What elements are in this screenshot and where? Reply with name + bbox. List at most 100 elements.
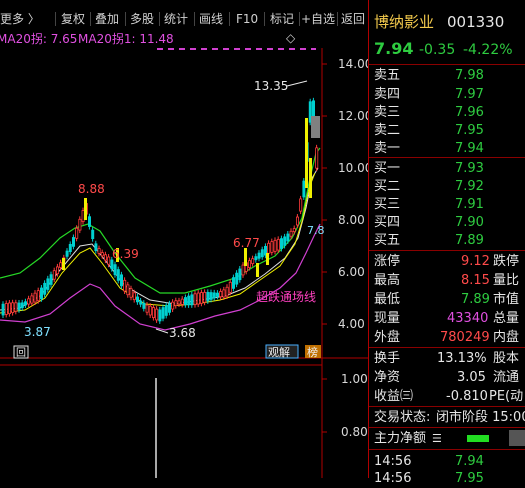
net-assets-label: 净资 [374,370,401,385]
toolbar-divider [159,12,160,26]
total-volume-label: 总量 [493,311,520,326]
lower-y-tick-label: 0.80 [341,425,368,439]
tick-time: 14:56 [374,471,412,486]
y-tick-label: 8.00 [338,213,365,227]
candle-body [283,236,287,246]
tag-left[interactable]: 回 [16,347,26,359]
quote-panel: 博纳影业 001330 7.94 -0.35 -4.22% 卖五 7.98 卖四… [368,0,525,486]
candle-body [299,198,303,212]
candle-body [104,254,108,261]
restore-rights-button[interactable]: 复权 [61,8,85,30]
candle-body [1,303,5,316]
candle-body [187,295,191,306]
volume-ratio-label: 量比 [493,273,520,288]
peak3-label: 6.77 [233,236,260,250]
candle-body [49,274,53,285]
list-icon[interactable]: ☰ [432,430,442,448]
ask1-label: 卖一 [374,141,401,156]
toolbar-divider [337,12,338,26]
candle-body [199,292,203,304]
highlight-candle [309,158,312,198]
candle-body [228,281,232,293]
eps-label: 收益㈢ [374,389,414,404]
left-low-label: 3.87 [24,325,51,339]
tag-mid[interactable]: 观解 [268,345,290,359]
right-edge-label: 7.8 [307,224,325,237]
candle-body [315,147,319,169]
candle-body [219,291,223,298]
candle-body [260,249,264,258]
price-change: -0.35 [419,42,456,58]
ask4-price[interactable]: 7.97 [455,86,484,104]
low-value: 7.89 [461,292,490,307]
inner-volume-label: 内盘 [493,330,520,345]
candle-body [267,242,271,254]
scroll-thumb[interactable] [509,430,525,446]
candle-body [206,291,210,302]
candle-body [225,286,229,297]
candle-body [231,277,235,289]
candle-body [215,292,219,297]
candle-body [91,229,95,240]
back-button[interactable]: 返回 [341,8,365,30]
candle-body [75,227,79,239]
candle-body [33,292,37,303]
toolbar-divider [299,12,300,26]
candle-body [158,309,162,322]
candle-body [247,260,251,268]
more-button[interactable]: 更多 〉 [0,8,40,30]
tick-price: 7.95 [455,471,484,486]
bid2-price[interactable]: 7.92 [455,178,484,196]
candle-body [135,296,139,303]
diamond-icon[interactable]: ◇ [286,31,295,45]
bid4-price[interactable]: 7.90 [455,214,484,232]
candle-body [14,302,18,312]
highlight-candle [266,253,269,265]
ask3-price[interactable]: 7.96 [455,104,484,122]
multi-stock-button[interactable]: 多股 [130,8,154,30]
mark-button[interactable]: 标记 [270,8,294,30]
toolbar-divider [264,12,265,26]
add-watchlist-button[interactable]: +自选 [301,8,335,30]
trade-status-value: 闭市阶段 15:00 [436,410,525,425]
outer-volume-value: 780249 [440,330,490,345]
ask2-price[interactable]: 7.95 [455,122,484,140]
y-tick-label: 12.00 [338,109,369,123]
candle-body [161,307,165,319]
kline-chart[interactable]: 14.00 12.00 10.00 8.00 6.00 4.00 1.00 0.… [0,48,369,478]
main-fund-bar [467,435,489,442]
tag-right[interactable]: 榜 [307,345,318,359]
candle-body [279,238,283,249]
bid1-price[interactable]: 7.93 [455,160,484,178]
draw-line-button[interactable]: 画线 [199,8,223,30]
candle-body [94,243,98,252]
candle-body [36,290,40,302]
candle-body [273,239,277,252]
ask1-price[interactable]: 7.94 [455,140,484,158]
current-volume-label: 现量 [374,311,401,326]
candle-body [222,289,226,298]
toolbar-divider [125,12,126,26]
statistics-button[interactable]: 统计 [164,8,188,30]
candle-body [183,297,187,306]
candle-body [7,302,11,315]
overlay-button[interactable]: 叠加 [95,8,119,30]
f10-button[interactable]: F10 [236,8,258,30]
candle-body [190,294,194,306]
bid3-price[interactable]: 7.91 [455,196,484,214]
ma20-yesterday-value: MA20拐: 7.65 [0,32,78,46]
ask5-price[interactable]: 7.98 [455,67,484,85]
bid5-price[interactable]: 7.89 [455,232,484,250]
high-price-label: 13.35 [254,79,288,93]
low-price-label: 3.68 [169,326,196,340]
y-tick-label: 4.00 [338,317,365,331]
candle-body [251,258,255,265]
toolbar: 更多 〉 复权 叠加 多股 统计 画线 F10 标记 +自选 返回 [0,8,369,30]
candle-body [132,292,136,301]
highlight-candle [62,258,65,270]
candle-body [65,250,69,257]
candle-body [116,269,120,281]
highlight-candle [84,198,87,220]
candle-body [110,259,114,270]
candle-body [286,233,290,242]
